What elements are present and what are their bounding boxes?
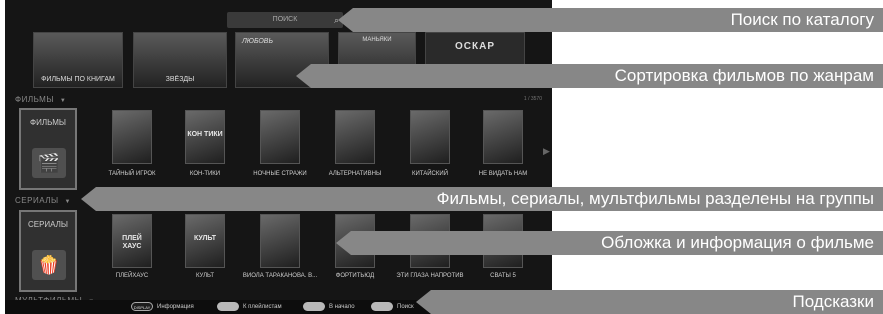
callout-text: Поиск по каталогу [730,10,874,29]
serial-title: ВИОЛА ТАРАКАНОВА. В... [242,273,318,279]
film-poster[interactable] [260,110,300,164]
callout-text: Сортировка фильмов по жанрам [614,66,874,85]
film-title: НОЧНЫЕ СТРАЖИ [253,171,307,177]
films-section-header[interactable]: ФИЛЬМЫ ▼ [15,95,66,104]
film-poster[interactable] [112,110,152,164]
films-header-label: ФИЛЬМЫ [15,95,54,104]
genre-banner-label: ОСКАР [455,41,495,52]
callout-hints: Подсказки [0,290,883,314]
callout-text: Подсказки [792,292,874,311]
callout-groups: Фильмы, сериалы, мультфильмы разделены н… [0,187,883,211]
genre-banner-label: МАНЬЯКИ [362,37,392,43]
genre-banner-label: ЛЮБОВЬ [242,38,274,45]
caret-down-icon: ▼ [59,98,67,104]
film-poster[interactable] [410,110,450,164]
film-title: КОН-ТИКИ [189,171,221,177]
film-title: АЛЬТЕРНАТИВНЫ [328,171,382,177]
serial-title: СВАТЫ 5 [490,273,516,279]
film-title: КИТАЙСКИЙ [411,171,449,177]
callout-genres: Сортировка фильмов по жанрам [0,64,883,88]
callout-text: Обложка и информация о фильме [601,233,874,252]
serials-category-label: СЕРИАЛЫ [27,220,69,229]
poster-text: КОН ТИКИ [187,131,223,138]
serial-title: ЭТИ ГЛАЗА НАПРОТИВ [396,273,464,279]
film-title: НЕ ВИДАТЬ НАМ [478,171,528,177]
chevron-right-icon[interactable]: ▶ [543,146,550,157]
serial-title: ПЛЕЙХАУС [115,273,149,279]
serial-title: КУЛЬТ [195,273,215,279]
film-title: ТАЙНЫЙ ИГРОК [108,171,156,177]
callout-text: Фильмы, сериалы, мультфильмы разделены н… [436,189,874,208]
film-poster[interactable]: КОН ТИКИ [185,110,225,164]
clapperboard-icon: 🎬 [32,148,66,178]
films-counter: 1 / 3570 [523,96,542,102]
callout-search: Поиск по каталогу [0,8,883,32]
film-poster[interactable] [335,110,375,164]
films-category-tile[interactable]: ФИЛЬМЫ 🎬 [19,108,77,190]
callout-cover: Обложка и информация о фильме [0,231,883,255]
tv-screen: ПОИСК ⌕ ФИЛЬМЫ ПО КНИГАМ ЗВЁЗДЫ ЛЮБОВЬ М… [5,0,552,314]
film-poster[interactable] [483,110,523,164]
serial-title: ФОРТИТЬЮД [335,273,375,279]
films-category-label: ФИЛЬМЫ [30,118,66,127]
